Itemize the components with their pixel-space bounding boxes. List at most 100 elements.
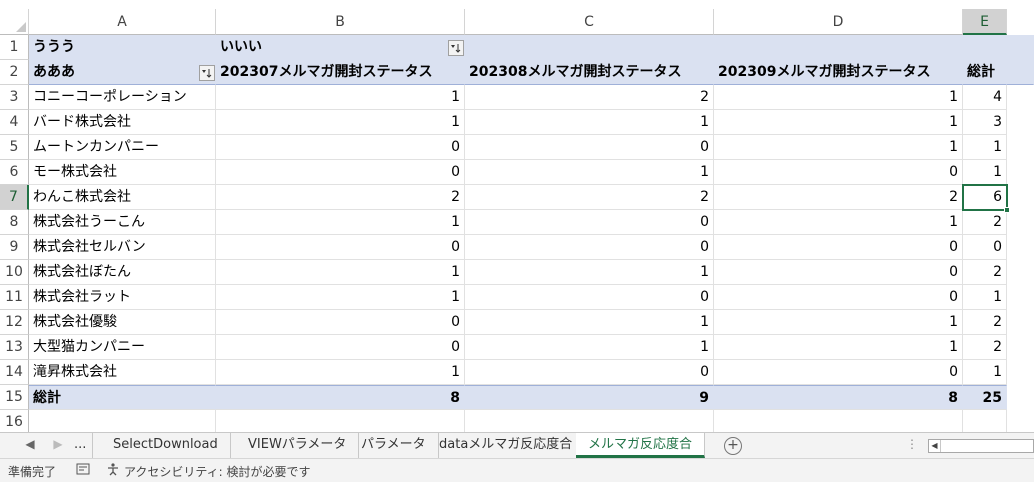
pivot-row-label[interactable]: 株式会社優駿 — [29, 310, 216, 335]
pivot-value-cell[interactable]: 1 — [465, 260, 714, 285]
row-header-11[interactable]: 11 — [0, 285, 29, 310]
tab-parameter[interactable]: パラメータ — [349, 433, 439, 458]
pivot-total-cell[interactable]: 4 — [963, 85, 1007, 110]
pivot-value-cell[interactable]: 0 — [714, 235, 963, 260]
pivot-row-label[interactable]: モー株式会社 — [29, 160, 216, 185]
row-header-9[interactable]: 9 — [0, 235, 29, 260]
macro-record-icon[interactable] — [76, 462, 90, 479]
pivot-value-cell[interactable]: 0 — [465, 285, 714, 310]
pivot-header-cell[interactable] — [1007, 35, 1034, 60]
pivot-value-cell[interactable]: 1 — [216, 110, 465, 135]
pivot-column-header-total[interactable]: 総計 — [963, 60, 1007, 85]
pivot-value-cell[interactable]: 0 — [216, 310, 465, 335]
pivot-column-field-label[interactable]: いいい — [216, 35, 465, 60]
scroll-left-icon[interactable]: ◀ — [929, 440, 941, 452]
column-header-d[interactable]: D — [714, 9, 963, 35]
pivot-header-cell[interactable] — [963, 35, 1007, 60]
pivot-value-cell[interactable]: 1 — [465, 110, 714, 135]
pivot-value-cell[interactable]: 1 — [714, 310, 963, 335]
pivot-filter-label[interactable]: ううう — [29, 35, 216, 60]
tab-mailmag-response[interactable]: メルマガ反応度合 — [576, 433, 706, 458]
pivot-value-cell[interactable]: 1 — [714, 135, 963, 160]
column-filter-button[interactable] — [448, 40, 464, 56]
pivot-row-label[interactable]: 株式会社ラット — [29, 285, 216, 310]
fill-handle[interactable] — [1004, 207, 1010, 213]
pivot-header-cell[interactable] — [714, 35, 963, 60]
row-header-7[interactable]: 7 — [0, 185, 29, 210]
pivot-value-cell[interactable]: 2 — [714, 185, 963, 210]
pivot-value-cell[interactable]: 1 — [216, 210, 465, 235]
pivot-value-cell[interactable]: 1 — [216, 260, 465, 285]
pivot-row-label[interactable]: バード株式会社 — [29, 110, 216, 135]
accessibility-icon[interactable] — [106, 462, 120, 479]
pivot-value-cell[interactable]: 1 — [714, 85, 963, 110]
row-header-2[interactable]: 2 — [0, 60, 29, 85]
pivot-value-cell[interactable]: 1 — [714, 210, 963, 235]
pivot-value-cell[interactable]: 0 — [465, 210, 714, 235]
pivot-value-cell[interactable]: 1 — [216, 360, 465, 385]
pivot-total-cell[interactable]: 3 — [963, 110, 1007, 135]
row-header-14[interactable]: 14 — [0, 360, 29, 385]
pivot-total-cell[interactable]: 2 — [963, 310, 1007, 335]
horizontal-scrollbar[interactable]: ◀ — [928, 439, 1034, 453]
tab-scroll-right-icon[interactable]: ▶ — [50, 437, 66, 451]
pivot-value-cell[interactable]: 1 — [216, 85, 465, 110]
pivot-column-header-202308[interactable]: 202308メルマガ開封ステータス — [465, 60, 714, 85]
pivot-row-field-label[interactable]: あああ — [29, 60, 216, 85]
pivot-row-label[interactable]: 株式会社うーこん — [29, 210, 216, 235]
select-all-button[interactable] — [0, 9, 29, 35]
pivot-value-cell[interactable]: 1 — [465, 310, 714, 335]
pivot-row-label[interactable]: 大型猫カンパニー — [29, 335, 216, 360]
pivot-total-cell[interactable]: 1 — [963, 160, 1007, 185]
tab-selectdownload[interactable]: SelectDownload — [101, 433, 231, 458]
pivot-value-cell[interactable]: 2 — [216, 185, 465, 210]
column-header-b[interactable]: B — [216, 9, 465, 35]
pivot-value-cell[interactable]: 2 — [465, 85, 714, 110]
row-header-3[interactable]: 3 — [0, 85, 29, 110]
row-header-1[interactable]: 1 — [0, 35, 29, 60]
pivot-value-cell[interactable]: 0 — [216, 160, 465, 185]
pivot-total-cell[interactable]: 0 — [963, 235, 1007, 260]
pivot-header-cell[interactable] — [465, 35, 714, 60]
pivot-value-cell[interactable]: 0 — [216, 235, 465, 260]
pivot-row-label[interactable]: 株式会社セルバン — [29, 235, 216, 260]
pivot-value-cell[interactable]: 0 — [714, 260, 963, 285]
pivot-grand-total-cell[interactable]: 9 — [465, 385, 714, 410]
pivot-value-cell[interactable]: 1 — [465, 160, 714, 185]
tab-scroll-left-icon[interactable]: ◀ — [22, 437, 38, 451]
pivot-value-cell[interactable]: 1 — [714, 110, 963, 135]
pivot-total-cell[interactable]: 2 — [963, 210, 1007, 235]
pivot-row-label[interactable]: ムートンカンパニー — [29, 135, 216, 160]
accessibility-status[interactable]: アクセシビリティ: 検討が必要です — [124, 463, 311, 480]
tab-view-parameter[interactable]: VIEWパラメータ — [236, 433, 360, 458]
pivot-value-cell[interactable]: 1 — [216, 285, 465, 310]
pivot-total-cell[interactable]: 2 — [963, 335, 1007, 360]
column-header-a[interactable]: A — [29, 9, 216, 35]
row-filter-button[interactable] — [199, 65, 215, 81]
pivot-value-cell[interactable]: 0 — [216, 335, 465, 360]
pivot-row-label[interactable]: コニーコーポレーション — [29, 85, 216, 110]
pivot-total-cell[interactable]: 1 — [963, 135, 1007, 160]
column-header-c[interactable]: C — [465, 9, 714, 35]
tab-more-button[interactable]: ... — [68, 433, 94, 458]
active-cell-selection[interactable] — [962, 184, 1010, 213]
add-sheet-icon[interactable]: + — [724, 437, 742, 455]
pivot-grand-total-cell[interactable]: 25 — [963, 385, 1007, 410]
pivot-grand-total-label[interactable]: 総計 — [29, 385, 216, 410]
pivot-grand-total-cell[interactable]: 8 — [216, 385, 465, 410]
row-header-13[interactable]: 13 — [0, 335, 29, 360]
row-header-5[interactable]: 5 — [0, 135, 29, 160]
pivot-row-label[interactable]: 滝昇株式会社 — [29, 360, 216, 385]
pivot-column-header-202307[interactable]: 202307メルマガ開封ステータス — [216, 60, 465, 85]
pivot-total-cell[interactable]: 2 — [963, 260, 1007, 285]
row-header-12[interactable]: 12 — [0, 310, 29, 335]
row-header-10[interactable]: 10 — [0, 260, 29, 285]
row-header-6[interactable]: 6 — [0, 160, 29, 185]
pivot-grand-total-cell[interactable]: 8 — [714, 385, 963, 410]
column-header-e[interactable]: E — [963, 9, 1007, 35]
row-header-8[interactable]: 8 — [0, 210, 29, 235]
pivot-total-cell[interactable]: 1 — [963, 285, 1007, 310]
pivot-value-cell[interactable]: 0 — [465, 360, 714, 385]
pivot-value-cell[interactable]: 2 — [465, 185, 714, 210]
pivot-value-cell[interactable]: 0 — [714, 360, 963, 385]
